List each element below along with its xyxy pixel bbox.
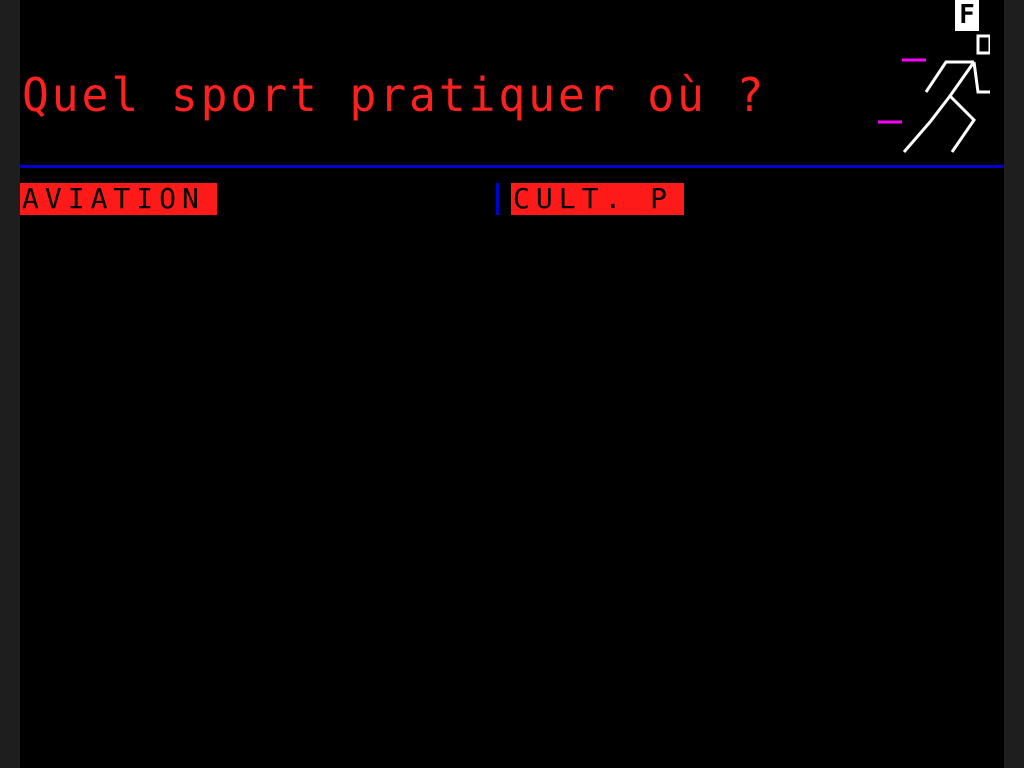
channel-badge: F	[955, 0, 979, 31]
minitel-screen: Quel sport pratiquer où ? F AVIATION CUL…	[20, 0, 1004, 768]
column-separator	[496, 183, 499, 215]
window-frame: Quel sport pratiquer où ? F AVIATION CUL…	[0, 0, 1024, 768]
running-figure-icon	[878, 34, 990, 153]
menu-item-cult-p[interactable]: CULT. P	[511, 183, 684, 215]
menu-item-aviation[interactable]: AVIATION	[20, 183, 217, 215]
page-title: Quel sport pratiquer où ?	[22, 68, 767, 122]
header-divider	[20, 165, 1004, 168]
